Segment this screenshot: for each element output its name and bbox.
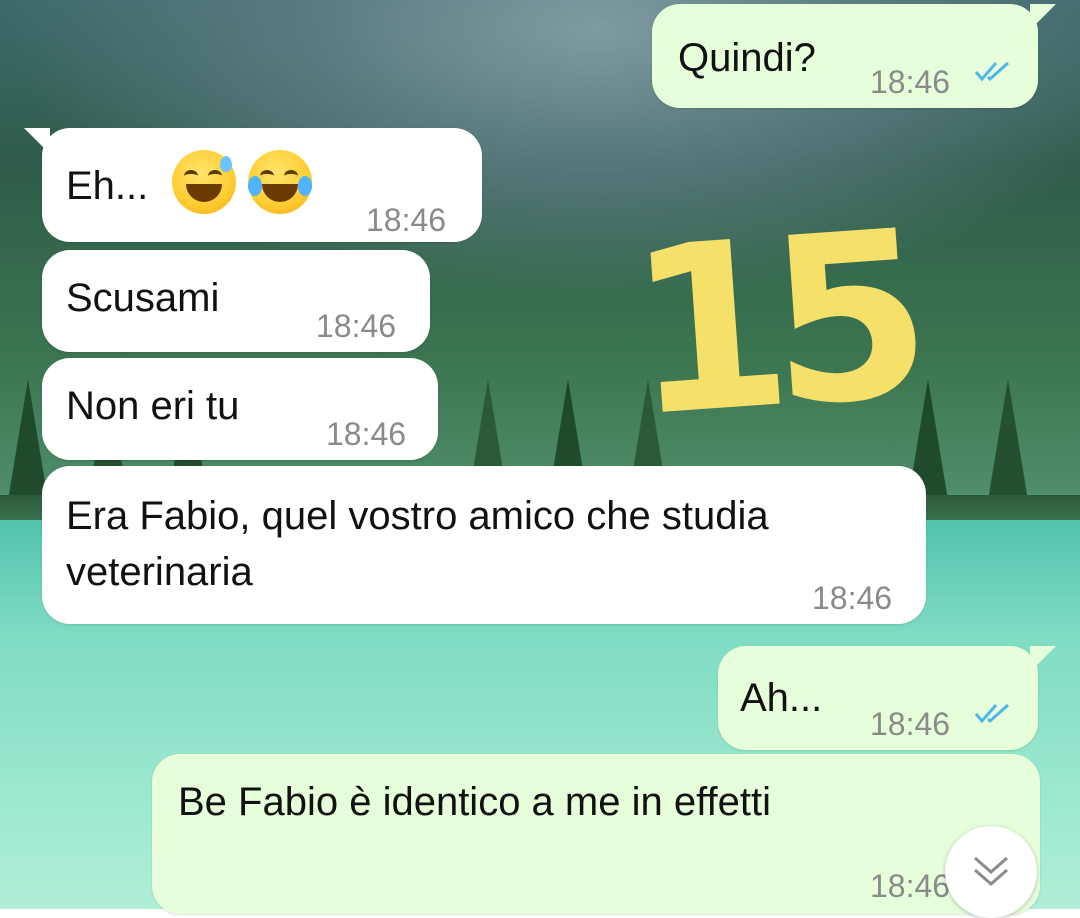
message-text: Scusami [66,276,220,320]
bubble-tail [24,128,50,154]
message-bubble-outgoing[interactable]: Ah... 18:46 [718,646,1056,750]
double-check-icon [974,703,1009,724]
message-time: 18:46 [812,580,893,616]
grinning-sweat-emoji [172,150,236,214]
bubble-tail [1030,646,1056,672]
message-time: 18:46 [870,64,951,100]
message-text-line: Era Fabio, quel vostro amico che studia [66,494,769,538]
message-text: Be Fabio è identico a me in effetti [178,780,771,824]
message-text: Eh... [66,164,149,208]
message-bubble-incoming[interactable]: Eh... 18:46 [24,128,482,242]
bubble-tail [1030,4,1056,30]
message-time: 18:46 [870,868,951,904]
message-bubble-outgoing[interactable]: Quindi? 18:46 [652,4,1056,108]
tears-of-joy-emoji [248,150,312,214]
number-sticker: 15 [621,182,920,469]
message-text: Ah... [740,676,823,720]
message-text: Quindi? [678,36,816,80]
message-text: Non eri tu [66,384,240,428]
message-bubble-incoming[interactable]: Non eri tu 18:46 [42,358,438,460]
message-bubble-incoming[interactable]: Scusami 18:46 [42,250,430,352]
message-time: 18:46 [366,202,447,238]
message-time: 18:46 [316,308,397,344]
chevron-double-down-icon [974,856,1008,886]
double-check-icon [974,61,1009,82]
message-time: 18:46 [326,416,407,452]
scroll-to-bottom-button[interactable] [945,826,1037,918]
message-text-line: veterinaria [66,550,253,594]
message-bubble-incoming[interactable]: Era Fabio, quel vostro amico che studia … [42,466,926,624]
message-bubble-outgoing[interactable]: Be Fabio è identico a me in effetti 18:4… [152,754,1040,914]
message-time: 18:46 [870,706,951,742]
